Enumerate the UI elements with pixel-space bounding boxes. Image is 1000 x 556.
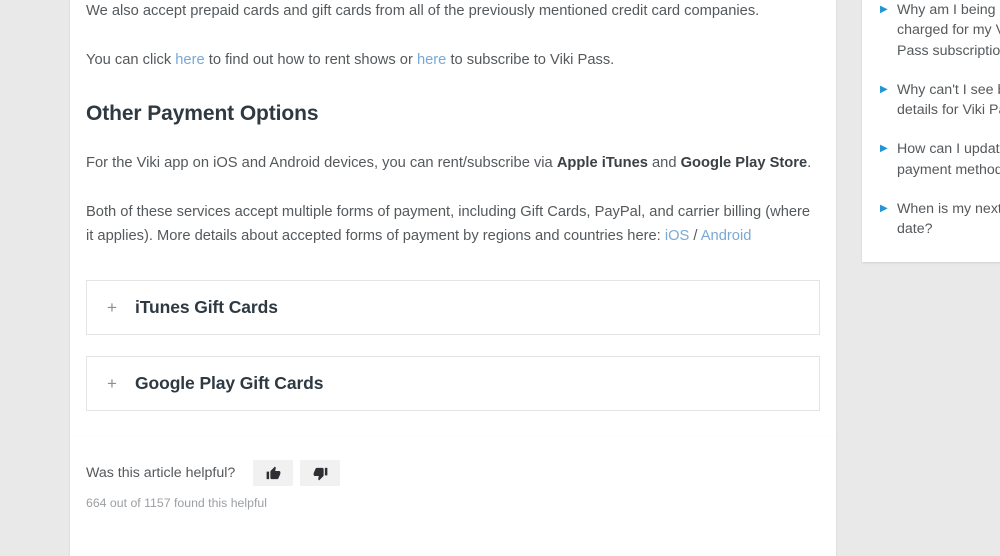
accordion-item-itunes-gift-cards[interactable]: + iTunes Gift Cards [86, 280, 820, 336]
chevron-right-icon: ▶ [880, 4, 888, 15]
page-title-other-payment-options: Other Payment Options [86, 101, 319, 125]
accordion-title-itunes-gift-cards: iTunes Gift Cards [135, 297, 278, 318]
article-card: We also accept prepaid cards and gift ca… [70, 0, 836, 438]
android-payment-link[interactable]: Android [701, 228, 752, 244]
sidebar-item-viki-pass-charge[interactable]: Why am I being charged for my Viki Pass … [897, 0, 1000, 61]
chevron-right-icon: ▶ [880, 83, 888, 95]
feedback-row: Was this article helpful? [86, 460, 820, 486]
plus-icon: + [107, 298, 117, 318]
thumbs-down-icon [313, 466, 328, 481]
paragraph-text-after-link: to subscribe to Viki Pass. [446, 51, 615, 68]
ios-payment-link[interactable]: iOS [665, 228, 689, 244]
rent-shows-link[interactable]: here [175, 52, 204, 68]
link-separator: / [689, 227, 701, 244]
chevron-right-icon: ▶ [880, 203, 888, 215]
article-body: We also accept prepaid cards and gift ca… [70, 0, 836, 437]
paragraph-app-stores: For the Viki app on iOS and Android devi… [86, 152, 820, 176]
paragraph-rent-subscribe-links: You can click here to find out how to re… [86, 49, 820, 73]
vote-up-button[interactable] [253, 460, 294, 486]
paragraph-prepaid-cards: We also accept prepaid cards and gift ca… [86, 3, 760, 19]
list-item[interactable]: ▶ When is my next billing date? [880, 199, 1000, 240]
feedback-question: Was this article helpful? [86, 465, 236, 481]
related-articles-list: ▶ Why am I being charged for my Viki Pas… [862, 0, 1000, 240]
chevron-right-icon: ▶ [880, 143, 888, 155]
accordion-item-google-play-gift-cards[interactable]: + Google Play Gift Cards [86, 356, 820, 412]
paragraph-text-before-link: You can click [86, 51, 176, 68]
sidebar-item-billing-details[interactable]: Why can't I see billing details for Viki… [897, 80, 1000, 121]
paragraph-text-part-1: For the Viki app on iOS and Android devi… [86, 154, 557, 171]
google-play-store-label: Google Play Store [680, 154, 808, 171]
plus-icon: + [107, 374, 117, 394]
gift-cards-accordion: + iTunes Gift Cards + Google Play Gift C… [86, 280, 820, 412]
apple-itunes-label: Apple iTunes [556, 154, 648, 171]
paragraph-payment-forms: Both of these services accept multiple f… [86, 201, 820, 249]
paragraph-text-part-3: . [807, 154, 812, 171]
paragraph-text-part-2: and [647, 154, 681, 171]
list-item[interactable]: ▶ Why am I being charged for my Viki Pas… [880, 0, 1000, 61]
sidebar-item-next-billing-date[interactable]: When is my next billing date? [897, 199, 1000, 240]
sidebar-item-update-payment-method[interactable]: How can I update my payment method? [897, 139, 1000, 180]
thumbs-up-icon [266, 466, 281, 481]
paragraph-text-between-links: to find out how to rent shows or [204, 51, 417, 68]
article-page: We also accept prepaid cards and gift ca… [0, 0, 1000, 556]
list-item[interactable]: ▶ Why can't I see billing details for Vi… [880, 80, 1000, 121]
feedback-helpful-count: 664 out of 1157 found this helpful [86, 496, 267, 510]
viki-pass-subscribe-link[interactable]: here [417, 52, 446, 68]
list-item[interactable]: ▶ How can I update my payment method? [880, 139, 1000, 180]
accordion-title-google-play-gift-cards: Google Play Gift Cards [135, 373, 324, 394]
vote-down-button[interactable] [300, 460, 341, 486]
article-feedback-card: Was this article helpful? 664 out of 115… [70, 436, 836, 556]
related-articles-sidebar: ▶ Why am I being charged for my Viki Pas… [862, 0, 1000, 262]
